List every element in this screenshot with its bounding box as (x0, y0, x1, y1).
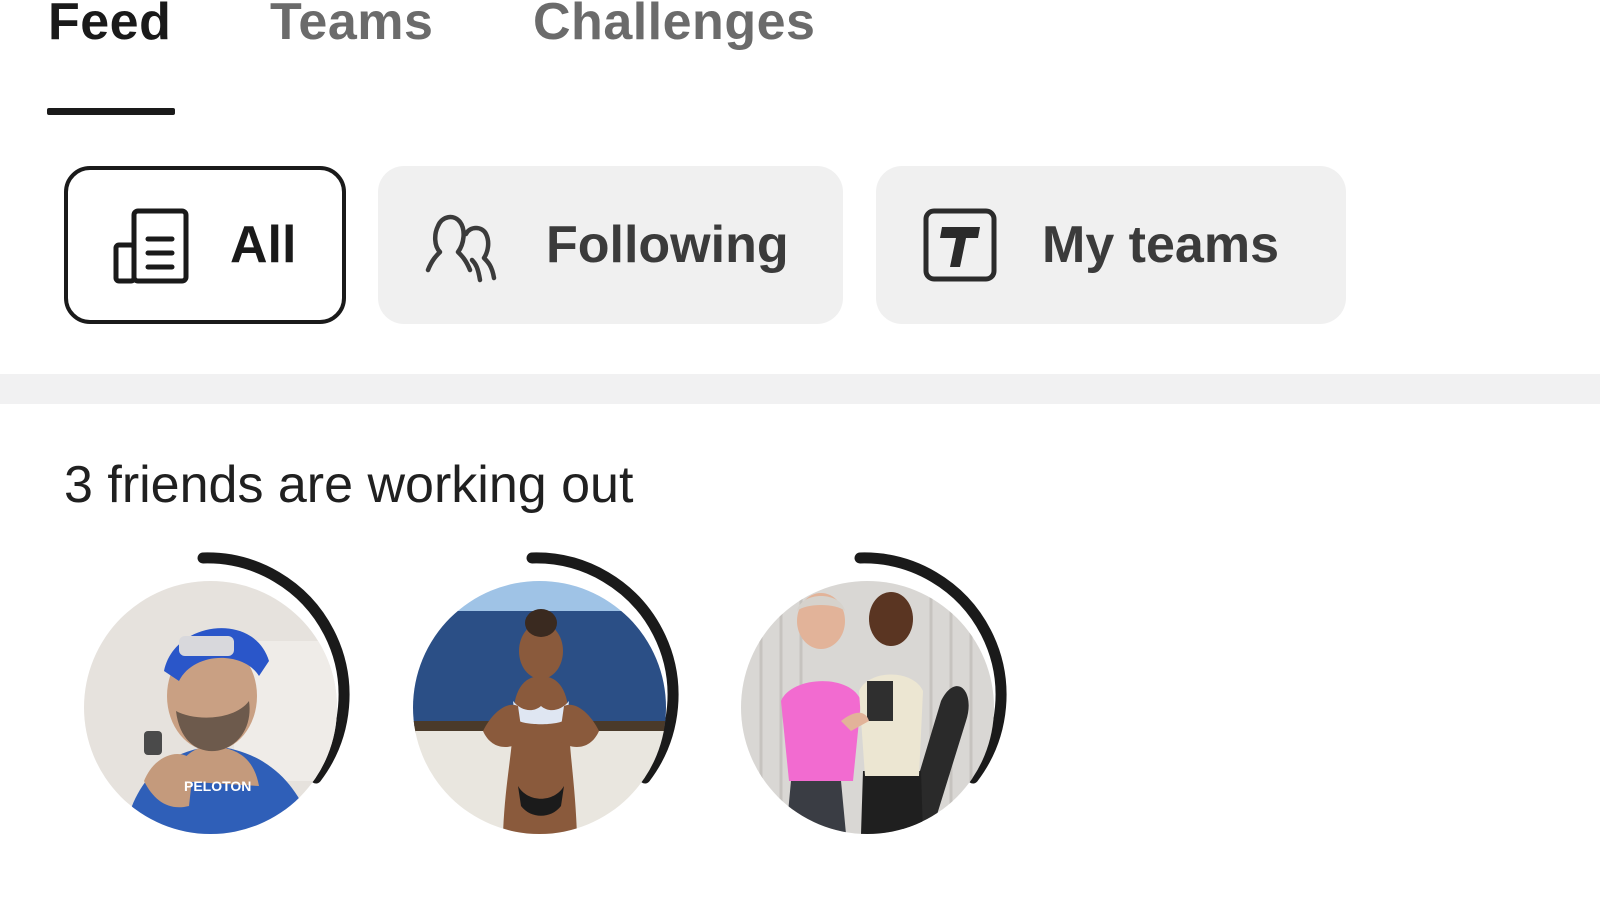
avatar-photo (413, 581, 666, 834)
friend-avatar-1[interactable]: PELOTON (66, 550, 356, 840)
tab-challenges[interactable]: Challenges (533, 0, 815, 52)
friend-avatar-3[interactable] (723, 550, 1013, 840)
section-divider (0, 374, 1600, 404)
filter-my-teams-label: My teams (1042, 216, 1279, 274)
top-tab-bar: Feed Teams Challenges (0, 0, 1600, 120)
friend-avatar-2[interactable] (395, 550, 685, 840)
avatar-photo: PELOTON (84, 581, 337, 834)
tab-teams[interactable]: Teams (270, 0, 433, 52)
filter-all-label: All (230, 216, 297, 274)
friends-working-out-title: 3 friends are working out (64, 456, 634, 514)
team-badge-icon (922, 207, 998, 283)
filter-following-label: Following (546, 216, 789, 274)
tab-feed[interactable]: Feed (48, 0, 171, 52)
feed-document-icon (110, 205, 190, 285)
filter-my-teams-button[interactable]: My teams (876, 166, 1346, 324)
shirt-text: PELOTON (184, 778, 251, 794)
people-icon (422, 204, 504, 286)
filter-following-button[interactable]: Following (378, 166, 843, 324)
filter-all-button[interactable]: All (64, 166, 346, 324)
active-tab-indicator (47, 108, 175, 115)
avatar-photo (741, 581, 994, 834)
